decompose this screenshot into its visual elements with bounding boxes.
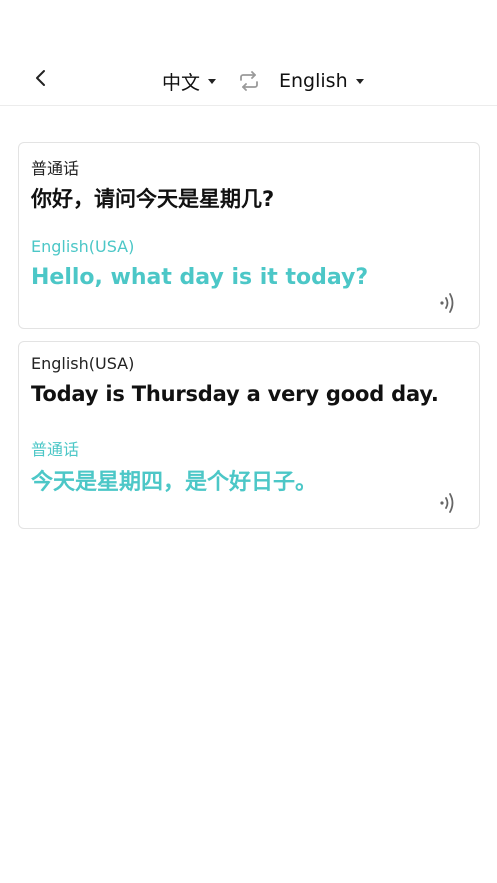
- source-text: 你好，请问今天是星期几?: [31, 187, 275, 211]
- back-button[interactable]: [28, 64, 54, 92]
- caret-down-icon: [208, 78, 217, 84]
- speaker-icon: [440, 293, 454, 313]
- translated-text: 今天是星期四，是个好日子。: [31, 470, 318, 495]
- source-language-selector[interactable]: 中文: [162, 66, 217, 96]
- translation-card: English(USA) Today is Thursday a very go…: [18, 341, 480, 529]
- target-language-tag: 普通话: [31, 440, 80, 459]
- chevron-left-icon: [36, 70, 45, 86]
- target-language-tag: English(USA): [31, 237, 135, 256]
- play-audio-button[interactable]: [437, 290, 459, 316]
- top-navigation-bar: 中文 English: [0, 52, 497, 106]
- target-language-selector[interactable]: English: [279, 66, 364, 96]
- speaker-icon: [440, 493, 454, 513]
- play-audio-button[interactable]: [437, 490, 459, 516]
- translated-text: Hello, what day is it today?: [31, 265, 369, 290]
- translation-card: 普通话 你好，请问今天是星期几? English(USA) Hello, wha…: [18, 142, 480, 329]
- source-text: Today is Thursday a very good day.: [31, 382, 439, 406]
- swap-languages-button[interactable]: [237, 69, 261, 93]
- source-language-tag: English(USA): [31, 354, 135, 373]
- source-language-tag: 普通话: [31, 159, 80, 178]
- source-language-label: 中文: [162, 71, 201, 94]
- caret-down-icon: [355, 78, 364, 84]
- swap-icon: [240, 71, 258, 91]
- target-language-label: English: [279, 70, 348, 92]
